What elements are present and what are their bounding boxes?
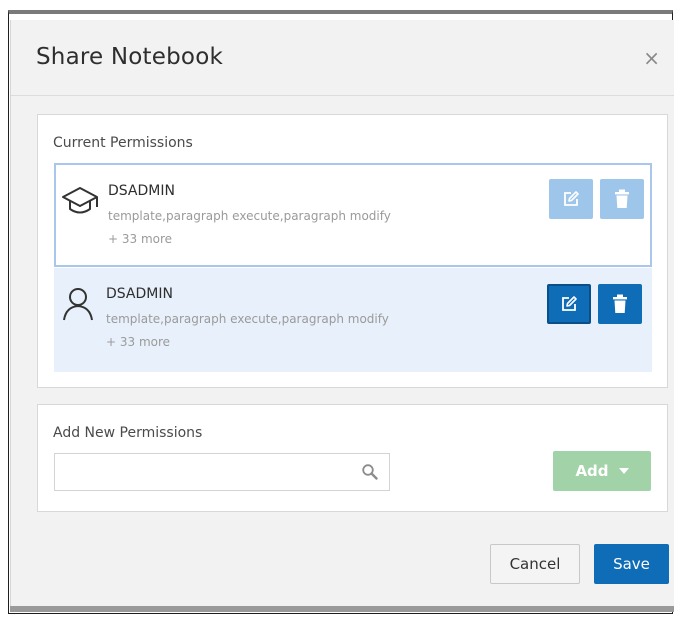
add-button-label: Add (575, 462, 609, 480)
cancel-button[interactable]: Cancel (490, 544, 580, 584)
edit-permission-button[interactable] (547, 284, 591, 324)
permission-row[interactable]: DSADMIN template,paragraph execute,parag… (54, 163, 652, 267)
current-permissions-label: Current Permissions (53, 135, 193, 151)
permission-row[interactable]: DSADMIN template,paragraph execute,parag… (54, 268, 652, 372)
window-bottom-border (10, 606, 674, 612)
current-permissions-panel: Current Permissions DSADMIN template,par… (37, 114, 668, 388)
delete-permission-button[interactable] (600, 179, 644, 219)
permission-more-count[interactable]: + 33 more (108, 232, 172, 246)
edit-icon (562, 296, 577, 311)
user-icon (58, 286, 98, 322)
close-icon[interactable]: × (643, 48, 660, 68)
add-permissions-label: Add New Permissions (53, 425, 203, 441)
permission-search-input[interactable] (55, 454, 371, 490)
permission-user-name: DSADMIN (108, 183, 175, 199)
permission-list: template,paragraph execute,paragraph mod… (108, 209, 391, 223)
permission-search-box[interactable] (54, 453, 390, 491)
graduation-cap-icon (60, 183, 100, 219)
chevron-down-icon (618, 468, 629, 474)
share-notebook-dialog: Share Notebook × Current Permissions DSA… (10, 20, 674, 612)
add-permission-button[interactable]: Add (553, 451, 651, 491)
permission-list: template,paragraph execute,paragraph mod… (106, 312, 389, 326)
edit-permission-button[interactable] (549, 179, 593, 219)
dialog-title: Share Notebook (36, 44, 223, 70)
trash-icon (613, 294, 627, 313)
trash-icon (615, 189, 629, 208)
dialog-header: Share Notebook × (11, 20, 674, 96)
edit-icon (564, 191, 579, 206)
save-button[interactable]: Save (594, 544, 669, 584)
permission-more-count[interactable]: + 33 more (106, 335, 170, 349)
add-permissions-panel: Add New Permissions Add (37, 404, 668, 512)
search-icon (362, 464, 378, 480)
delete-permission-button[interactable] (598, 284, 642, 324)
permission-user-name: DSADMIN (106, 286, 173, 302)
